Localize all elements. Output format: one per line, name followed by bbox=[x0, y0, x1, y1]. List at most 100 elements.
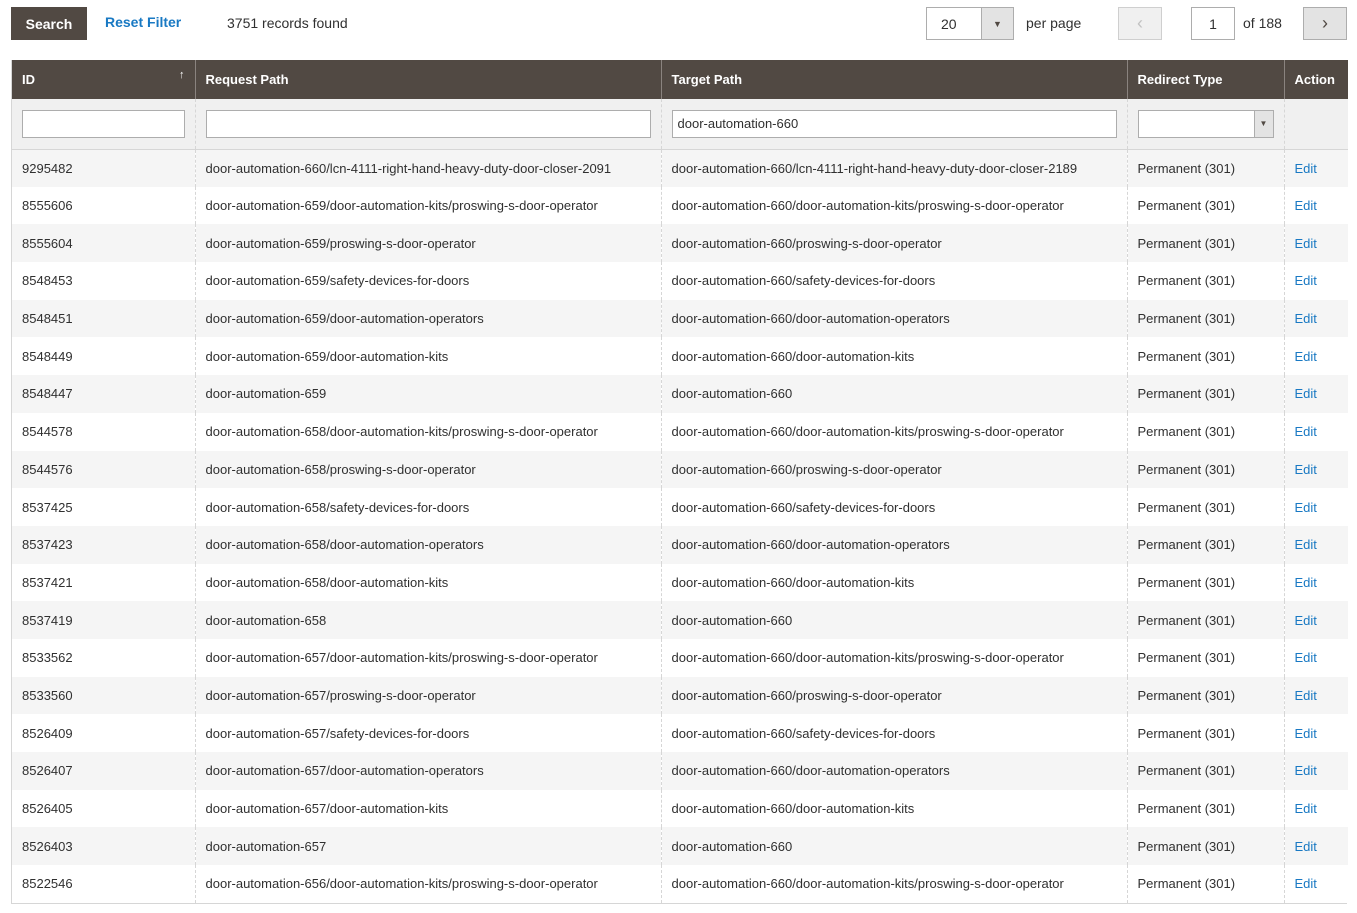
next-page-button[interactable]: › bbox=[1303, 7, 1347, 40]
cell-redirect-type: Permanent (301) bbox=[1126, 676, 1284, 715]
edit-link[interactable]: Edit bbox=[1295, 801, 1317, 816]
cell-request-path: door-automation-657 bbox=[205, 838, 327, 854]
edit-link[interactable]: Edit bbox=[1295, 763, 1317, 778]
edit-link[interactable]: Edit bbox=[1295, 386, 1317, 401]
edit-link[interactable]: Edit bbox=[1295, 424, 1317, 439]
cell-action: Edit bbox=[1283, 224, 1348, 263]
cell-action: Edit bbox=[1283, 525, 1348, 564]
cell-request-path: door-automation-658/door-automation-kits… bbox=[194, 412, 661, 451]
cell-target-path: door-automation-660/door-automation-oper… bbox=[660, 299, 1127, 338]
cell-action: Edit bbox=[1283, 450, 1348, 489]
edit-link[interactable]: Edit bbox=[1295, 613, 1317, 628]
table-row[interactable]: 8548447 door-automation-659 door-automatio… bbox=[12, 375, 1348, 413]
target-path-filter-input[interactable] bbox=[671, 109, 1117, 138]
cell-action: Edit bbox=[1283, 299, 1348, 338]
grid-body: 9295482 door-automation-660/lcn-4111-righ… bbox=[12, 149, 1348, 903]
column-header-request-path[interactable]: Request Path bbox=[194, 60, 661, 99]
cell-request-path: door-automation-657/proswing-s-door-oper… bbox=[194, 676, 661, 715]
table-row[interactable]: 8537423 door-automation-658/door-automati… bbox=[12, 525, 1348, 564]
column-header-redirect-type[interactable]: Redirect Type bbox=[1126, 60, 1284, 99]
edit-link[interactable]: Edit bbox=[1295, 349, 1317, 364]
cell-id: 8555606 bbox=[12, 186, 195, 225]
table-row[interactable]: 8526409 door-automation-657/safety-device… bbox=[12, 714, 1348, 752]
cell-target-path: door-automation-660/proswing-s-door-oper… bbox=[671, 235, 942, 251]
records-count: 3751 records found bbox=[227, 15, 348, 31]
id-filter-input[interactable] bbox=[22, 109, 185, 138]
table-row[interactable]: 8526405 door-automation-657/door-automati… bbox=[12, 789, 1348, 828]
cell-id: 8537421 bbox=[22, 574, 73, 590]
cell-target-path: door-automation-660 bbox=[671, 612, 793, 628]
current-page-input[interactable] bbox=[1191, 7, 1235, 40]
cell-id: 9295482 bbox=[22, 160, 73, 176]
edit-link[interactable]: Edit bbox=[1295, 537, 1317, 552]
table-row[interactable]: 9295482 door-automation-660/lcn-4111-righ… bbox=[12, 149, 1348, 187]
edit-link[interactable]: Edit bbox=[1295, 161, 1317, 176]
column-header-action: Action bbox=[1283, 60, 1348, 99]
cell-target-path: door-automation-660/door-automation-kits… bbox=[671, 424, 1064, 440]
cell-redirect-type: Permanent (301) bbox=[1126, 149, 1284, 187]
table-row[interactable]: 8548449 door-automation-659/door-automati… bbox=[12, 337, 1348, 376]
cell-request-path: door-automation-659/door-automation-oper… bbox=[194, 299, 661, 338]
per-page-select[interactable]: 20 ▼ bbox=[926, 7, 1014, 40]
chevron-down-icon[interactable]: ▼ bbox=[1253, 110, 1273, 137]
cell-redirect-type: Permanent (301) bbox=[1137, 160, 1236, 176]
cell-request-path: door-automation-657 bbox=[194, 827, 661, 866]
table-row[interactable]: 8537421 door-automation-658/door-automati… bbox=[12, 563, 1348, 602]
table-row[interactable]: 8544576 door-automation-658/proswing-s-do… bbox=[12, 450, 1348, 489]
edit-link[interactable]: Edit bbox=[1295, 726, 1317, 741]
table-row[interactable]: 8555606 door-automation-659/door-automati… bbox=[12, 186, 1348, 225]
edit-link[interactable]: Edit bbox=[1295, 650, 1317, 665]
cell-action: Edit bbox=[1283, 865, 1348, 903]
cell-request-path: door-automation-659/door-automation-kits… bbox=[205, 198, 598, 214]
cell-id: 8526407 bbox=[22, 763, 73, 779]
edit-link[interactable]: Edit bbox=[1295, 575, 1317, 590]
edit-link[interactable]: Edit bbox=[1295, 236, 1317, 251]
table-row[interactable]: 8533560 door-automation-657/proswing-s-do… bbox=[12, 676, 1348, 715]
cell-request-path: door-automation-658 bbox=[194, 601, 661, 639]
edit-link[interactable]: Edit bbox=[1295, 198, 1317, 213]
table-row[interactable]: 8537425 door-automation-658/safety-device… bbox=[12, 488, 1348, 526]
table-row[interactable]: 8533562 door-automation-657/door-automati… bbox=[12, 638, 1348, 677]
cell-redirect-type: Permanent (301) bbox=[1126, 752, 1284, 790]
column-label: ID bbox=[22, 72, 35, 87]
cell-id: 8548451 bbox=[12, 299, 195, 338]
cell-redirect-type: Permanent (301) bbox=[1137, 876, 1236, 892]
cell-request-path: door-automation-659/safety-devices-for-d… bbox=[194, 262, 661, 300]
cell-request-path: door-automation-659 bbox=[194, 375, 661, 413]
cell-request-path: door-automation-658 bbox=[205, 612, 327, 628]
table-row[interactable]: 8544578 door-automation-658/door-automati… bbox=[12, 412, 1348, 451]
edit-link[interactable]: Edit bbox=[1295, 462, 1317, 477]
edit-link[interactable]: Edit bbox=[1295, 876, 1317, 891]
cell-id: 8526405 bbox=[22, 801, 73, 817]
reset-filter-link[interactable]: Reset Filter bbox=[105, 14, 181, 30]
chevron-down-icon[interactable]: ▼ bbox=[981, 8, 1013, 39]
table-row[interactable]: 8555604 door-automation-659/proswing-s-do… bbox=[12, 224, 1348, 263]
cell-target-path: door-automation-660/door-automation-oper… bbox=[671, 537, 950, 553]
previous-page-button[interactable]: ‹ bbox=[1118, 7, 1162, 40]
column-header-target-path[interactable]: Target Path bbox=[660, 60, 1127, 99]
cell-request-path: door-automation-659/safety-devices-for-d… bbox=[205, 273, 470, 289]
edit-link[interactable]: Edit bbox=[1295, 311, 1317, 326]
cell-id: 8548451 bbox=[22, 311, 73, 327]
edit-link[interactable]: Edit bbox=[1295, 273, 1317, 288]
edit-link[interactable]: Edit bbox=[1295, 500, 1317, 515]
column-header-id[interactable]: ID ↑ bbox=[12, 60, 195, 99]
table-row[interactable]: 8522546 door-automation-656/door-automati… bbox=[12, 865, 1348, 903]
search-button[interactable]: Search bbox=[11, 7, 87, 40]
filter-cell-id bbox=[12, 99, 195, 150]
cell-redirect-type: Permanent (301) bbox=[1126, 525, 1284, 564]
table-row[interactable]: 8537419 door-automation-658 door-automatio… bbox=[12, 601, 1348, 639]
cell-redirect-type: Permanent (301) bbox=[1126, 337, 1284, 376]
cell-id: 8526409 bbox=[12, 714, 195, 752]
table-row[interactable]: 8526407 door-automation-657/door-automati… bbox=[12, 752, 1348, 790]
table-row[interactable]: 8548453 door-automation-659/safety-device… bbox=[12, 262, 1348, 300]
edit-link[interactable]: Edit bbox=[1295, 839, 1317, 854]
redirect-type-filter-select[interactable]: ▼ bbox=[1137, 109, 1274, 138]
cell-redirect-type: Permanent (301) bbox=[1137, 499, 1236, 515]
edit-link[interactable]: Edit bbox=[1295, 688, 1317, 703]
table-row[interactable]: 8548451 door-automation-659/door-automati… bbox=[12, 299, 1348, 338]
sort-ascending-icon: ↑ bbox=[179, 69, 185, 81]
table-row[interactable]: 8526403 door-automation-657 door-automatio… bbox=[12, 827, 1348, 866]
cell-action: Edit bbox=[1283, 827, 1348, 866]
request-path-filter-input[interactable] bbox=[205, 109, 651, 138]
